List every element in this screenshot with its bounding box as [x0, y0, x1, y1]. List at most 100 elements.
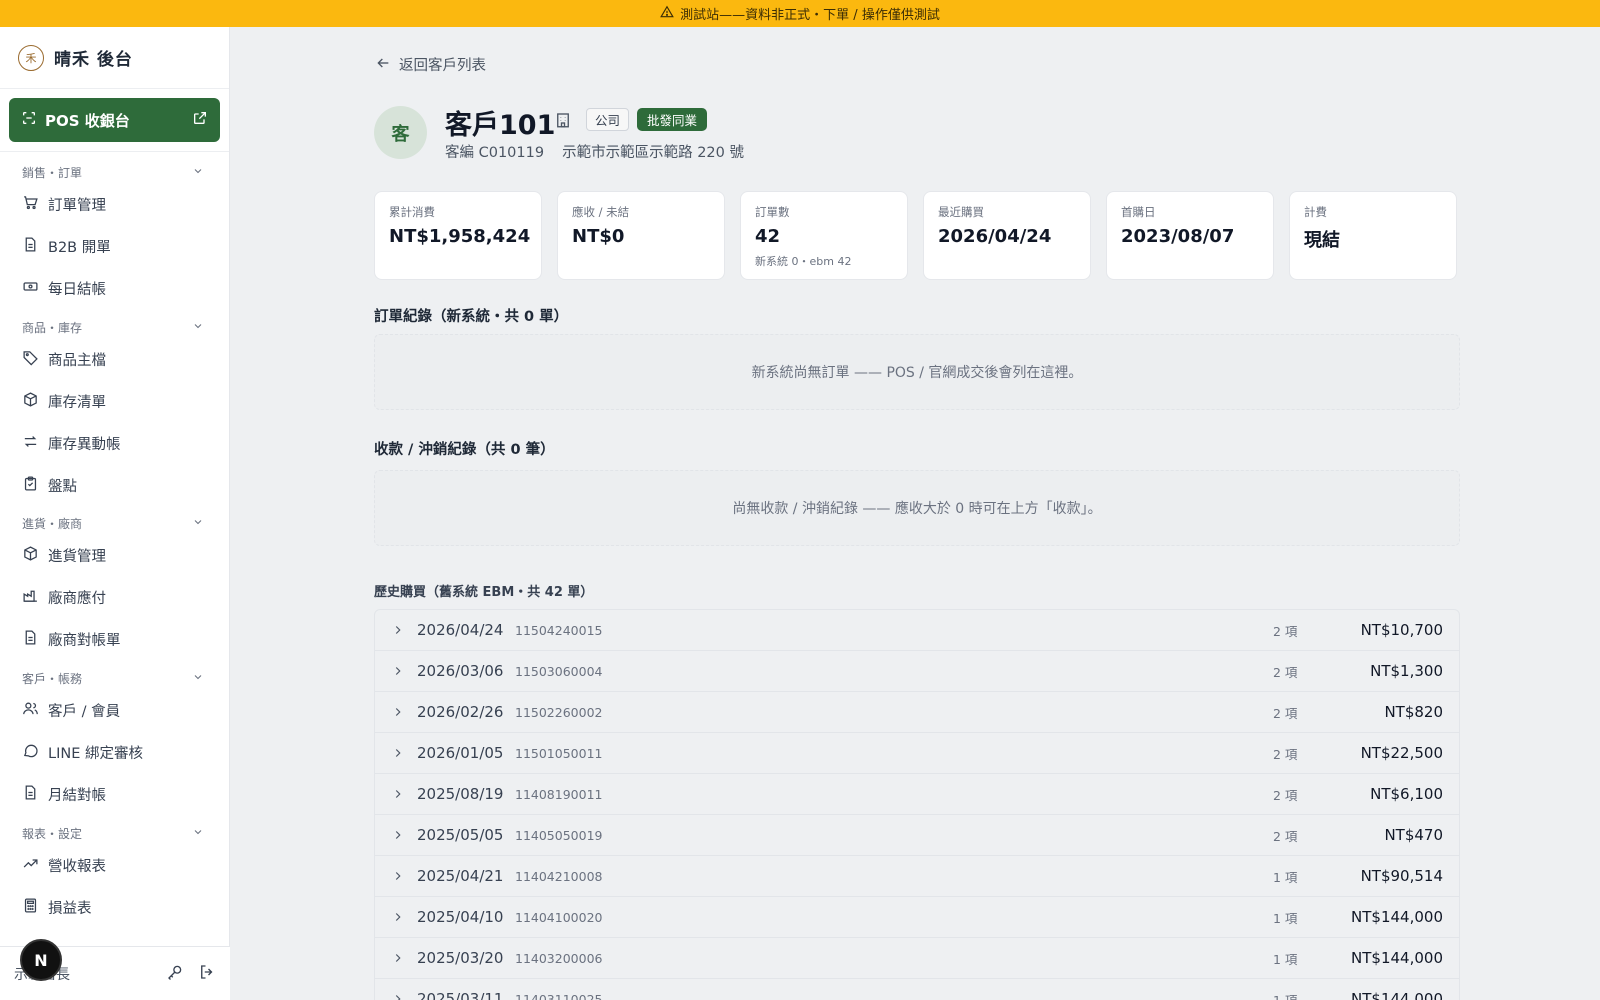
nav-group-products: 商品・庫存 商品主檔 庫存清單 庫存異動帳 盤點: [0, 316, 230, 506]
customer-group-tag: 批發同業: [637, 108, 708, 131]
users-icon: [22, 700, 39, 721]
sidebar-item-purchases[interactable]: 進貨管理: [0, 534, 230, 576]
chevron-down-icon: [192, 165, 204, 180]
chevron-right-icon: [395, 749, 401, 757]
building-icon: [554, 111, 572, 129]
history-row[interactable]: 2026/04/24 11504240015 2 項 NT$10,700: [375, 610, 1459, 651]
nav-group-title[interactable]: 銷售・訂單: [0, 161, 230, 183]
sidebar-item-daily-close[interactable]: 每日結帳: [0, 267, 230, 309]
history-row[interactable]: 2025/05/05 11405050019 2 項 NT$470: [375, 815, 1459, 856]
history-row[interactable]: 2025/04/21 11404210008 1 項 NT$90,514: [375, 856, 1459, 897]
sidebar-item-revenue-report[interactable]: 營收報表: [0, 844, 230, 886]
sidebar: 禾 晴禾 後台 POS 收銀台 銷售・訂單 訂單管理 B2B 開單 每日結帳 商…: [0, 27, 230, 1000]
sidebar-item-customers[interactable]: 客戶 / 會員: [0, 689, 230, 731]
cart-icon: [22, 194, 39, 215]
sidebar-item-b2b[interactable]: B2B 開單: [0, 225, 230, 267]
chevron-right-icon: [395, 913, 401, 921]
customer-code: 客編 C010119: [445, 145, 545, 161]
chevron-right-icon: [395, 995, 401, 1000]
customer-name: 客戶101: [445, 110, 556, 141]
stat-card-first-purchase: 首購日 2023/08/07: [1106, 191, 1274, 280]
sidebar-item-vendor-statements[interactable]: 廠商對帳單: [0, 618, 230, 660]
chevron-right-icon: [395, 790, 401, 798]
banner-text: 測試站——資料非正式・下單 / 操作僅供測試: [680, 8, 940, 23]
stat-card-order-count: 訂單數 42 新系統 0・ebm 42: [740, 191, 908, 280]
logout-icon[interactable]: [198, 963, 216, 985]
factory-icon: [22, 587, 39, 608]
back-to-customers-link[interactable]: 返回客戶列表: [375, 54, 486, 75]
history-list: 2026/04/24 11504240015 2 項 NT$10,700 2026/0…: [374, 609, 1460, 1000]
pos-button-label: POS 收銀台: [45, 111, 130, 130]
brand-name: 晴禾 後台: [54, 50, 133, 70]
brand-logo: 禾: [18, 44, 44, 71]
warning-icon: [660, 5, 675, 23]
nav-group-purchasing: 進貨・廠商 進貨管理 廠商應付 廠商對帳單: [0, 512, 230, 660]
sidebar-item-stocktake[interactable]: 盤點: [0, 464, 230, 506]
chevron-right-icon: [395, 708, 401, 716]
history-row[interactable]: 2025/04/10 11404100020 1 項 NT$144,000: [375, 897, 1459, 938]
history-row[interactable]: 2025/08/19 11408190011 2 項 NT$6,100: [375, 774, 1459, 815]
chevron-down-icon: [192, 671, 204, 686]
nav-group-title[interactable]: 進貨・廠商: [0, 512, 230, 534]
package-plus-icon: [22, 545, 39, 566]
customer-meta: 客編 C010119 示範市示範區示範路 220 號: [445, 141, 744, 162]
stat-card-billing: 計費 現結: [1289, 191, 1457, 280]
trending-up-icon: [22, 855, 39, 876]
chevron-down-icon: [192, 826, 204, 841]
history-row[interactable]: 2025/03/11 11403110025 1 項 NT$144,000: [375, 979, 1459, 1000]
chevron-right-icon: [395, 954, 401, 962]
brand[interactable]: 禾 晴禾 後台: [0, 27, 229, 89]
dev-badge[interactable]: N: [20, 939, 62, 981]
sidebar-item-vendor-payables[interactable]: 廠商應付: [0, 576, 230, 618]
stat-card-total-spend: 累計消費 NT$1,958,424: [374, 191, 542, 280]
stat-card-receivable: 應收 / 未結 NT$0: [557, 191, 725, 280]
chevron-right-icon: [395, 831, 401, 839]
document-icon: [22, 629, 39, 650]
test-site-banner: 測試站——資料非正式・下單 / 操作僅供測試: [0, 0, 1600, 27]
box-icon: [22, 391, 39, 412]
history-row[interactable]: 2025/03/20 11403200006 1 項 NT$144,000: [375, 938, 1459, 979]
payments-section-title: 收款 / 沖銷紀錄（共 0 筆）: [374, 442, 555, 458]
sidebar-item-profit-loss[interactable]: 損益表: [0, 886, 230, 928]
sidebar-item-monthly-statement[interactable]: 月結對帳: [0, 773, 230, 815]
sidebar-item-orders[interactable]: 訂單管理: [0, 183, 230, 225]
main-content: 返回客戶列表 客 客戶101 公司 批發同業 客編 C010119 示範市示範區…: [230, 27, 1600, 1000]
key-icon[interactable]: [166, 963, 184, 985]
chevron-down-icon: [192, 516, 204, 531]
sidebar-item-stock-movements[interactable]: 庫存異動帳: [0, 422, 230, 464]
nav-group-title[interactable]: 商品・庫存: [0, 316, 230, 338]
transfer-icon: [22, 433, 39, 454]
sidebar-item-line-binding[interactable]: LINE 綁定審核: [0, 731, 230, 773]
chevron-right-icon: [395, 626, 401, 634]
external-link-icon: [192, 110, 208, 130]
document-icon: [22, 236, 39, 257]
nav-group-title[interactable]: 報表・設定: [0, 822, 230, 844]
orders-section-title: 訂單紀錄（新系統・共 0 單）: [374, 309, 569, 325]
pos-button[interactable]: POS 收銀台: [9, 98, 220, 142]
nav-group-sales: 銷售・訂單 訂單管理 B2B 開單 每日結帳: [0, 161, 230, 309]
stat-card-last-purchase: 最近購買 2026/04/24: [923, 191, 1091, 280]
nav-group-customers: 客戶・帳務 客戶 / 會員 LINE 綁定審核 月結對帳: [0, 667, 230, 815]
nav-group-reports: 報表・設定 營收報表 損益表: [0, 822, 230, 928]
arrow-left-icon: [375, 55, 391, 75]
clipboard-icon: [22, 475, 39, 496]
document-icon: [22, 784, 39, 805]
scan-icon: [21, 110, 37, 130]
sidebar-item-product-master[interactable]: 商品主檔: [0, 338, 230, 380]
payments-empty-state: 尚無收款 / 沖銷紀錄 —— 應收大於 0 時可在上方「收款」。: [374, 470, 1460, 546]
chevron-right-icon: [395, 667, 401, 675]
nav-group-title[interactable]: 客戶・帳務: [0, 667, 230, 689]
history-row[interactable]: 2026/01/05 11501050011 2 項 NT$22,500: [375, 733, 1459, 774]
chevron-down-icon: [192, 320, 204, 335]
sidebar-item-inventory[interactable]: 庫存清單: [0, 380, 230, 422]
cash-icon: [22, 278, 39, 299]
chat-bubble-icon: [22, 742, 39, 763]
orders-empty-state: 新系統尚無訂單 —— POS / 官網成交後會列在這裡。: [374, 334, 1460, 410]
calculator-icon: [22, 897, 39, 918]
stats-row: 累計消費 NT$1,958,424 應收 / 未結 NT$0 訂單數 42 新系…: [374, 191, 1457, 280]
customer-type-tag: 公司: [586, 108, 630, 131]
chevron-right-icon: [395, 872, 401, 880]
tag-icon: [22, 349, 39, 370]
history-row[interactable]: 2026/02/26 11502260002 2 項 NT$820: [375, 692, 1459, 733]
history-row[interactable]: 2026/03/06 11503060004 2 項 NT$1,300: [375, 651, 1459, 692]
